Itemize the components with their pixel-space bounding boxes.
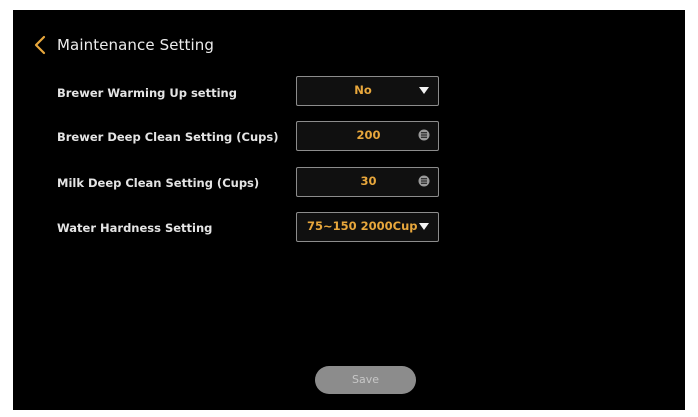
caret-down-icon: [419, 223, 429, 230]
milk-deep-clean-label: Milk Deep Clean Setting (Cups): [57, 176, 260, 190]
page-title: Maintenance Setting: [57, 36, 214, 54]
keypad-icon: [418, 175, 430, 187]
chevron-left-icon: [34, 35, 46, 55]
brewer-warming-up-value: No: [354, 83, 372, 97]
keypad-icon: [418, 129, 430, 141]
caret-down-icon: [419, 87, 429, 94]
brewer-warming-up-dropdown[interactable]: No: [296, 76, 439, 106]
header: Maintenance Setting: [31, 30, 214, 60]
brewer-deep-clean-field[interactable]: 200: [296, 121, 439, 151]
brewer-warming-up-label: Brewer Warming Up setting: [57, 86, 237, 100]
back-button[interactable]: [31, 32, 49, 58]
water-hardness-label: Water Hardness Setting: [57, 221, 213, 235]
milk-deep-clean-field[interactable]: 30: [296, 167, 439, 197]
save-button[interactable]: Save: [315, 366, 416, 394]
water-hardness-value: 75~150 2000Cup: [307, 219, 418, 233]
water-hardness-dropdown[interactable]: 75~150 2000Cup: [296, 212, 439, 242]
settings-screen: Maintenance Setting Brewer Warming Up se…: [13, 10, 685, 410]
brewer-deep-clean-label: Brewer Deep Clean Setting (Cups): [57, 130, 279, 144]
